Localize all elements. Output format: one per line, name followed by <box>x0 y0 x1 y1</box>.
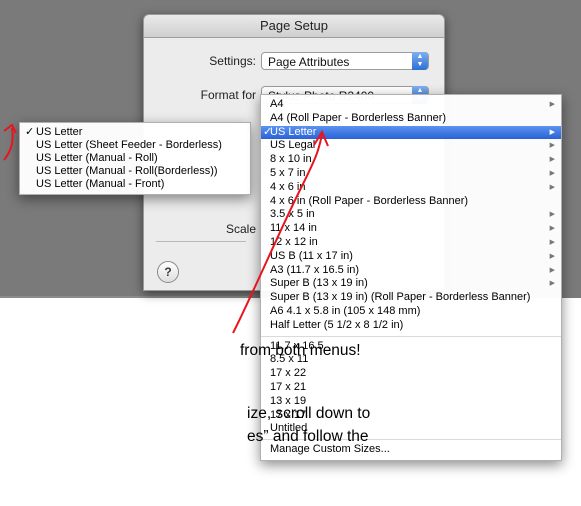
arrow-to-left-menu-head <box>3 123 17 134</box>
arrow-to-right-menu <box>232 134 323 334</box>
annotation-arrows <box>3 123 329 334</box>
arrow-to-left-menu <box>3 127 14 161</box>
